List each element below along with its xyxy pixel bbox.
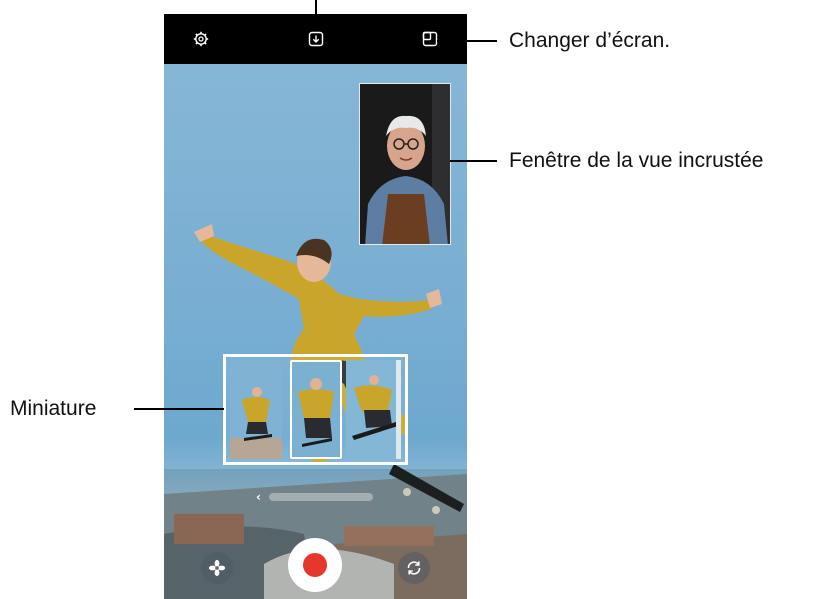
pip-callout-line bbox=[450, 160, 497, 162]
download-icon[interactable] bbox=[305, 28, 327, 50]
thumbnail-1[interactable] bbox=[230, 360, 282, 459]
switch-camera-icon[interactable] bbox=[398, 552, 430, 584]
screen-switch-icon[interactable] bbox=[419, 28, 441, 50]
chevron-left-icon[interactable]: ‹ bbox=[256, 491, 261, 503]
thumbnail-label: Miniature bbox=[10, 397, 97, 420]
thumbnail-callout-line bbox=[134, 408, 224, 410]
record-icon bbox=[303, 553, 327, 577]
switch-screen-label: Changer d’écran. bbox=[509, 29, 671, 52]
mode-selector[interactable]: ‹ bbox=[256, 491, 386, 503]
thumbnail-3[interactable] bbox=[346, 360, 401, 459]
pip-window-label: Fenêtre de la vue incrustée bbox=[509, 149, 764, 172]
camera-viewfinder[interactable]: ‹ bbox=[164, 64, 467, 599]
settings-icon[interactable] bbox=[190, 28, 212, 50]
filter-flower-icon[interactable] bbox=[201, 552, 233, 584]
mode-label-placeholder bbox=[268, 493, 373, 501]
switch-screen-callout-line bbox=[437, 40, 497, 42]
phone-screen: ‹ bbox=[164, 14, 467, 599]
pip-person-image bbox=[360, 84, 450, 244]
top-toolbar bbox=[164, 14, 467, 64]
thumbnail-2-selected[interactable] bbox=[290, 360, 342, 459]
record-button[interactable] bbox=[288, 538, 342, 592]
pip-window[interactable] bbox=[359, 83, 451, 245]
